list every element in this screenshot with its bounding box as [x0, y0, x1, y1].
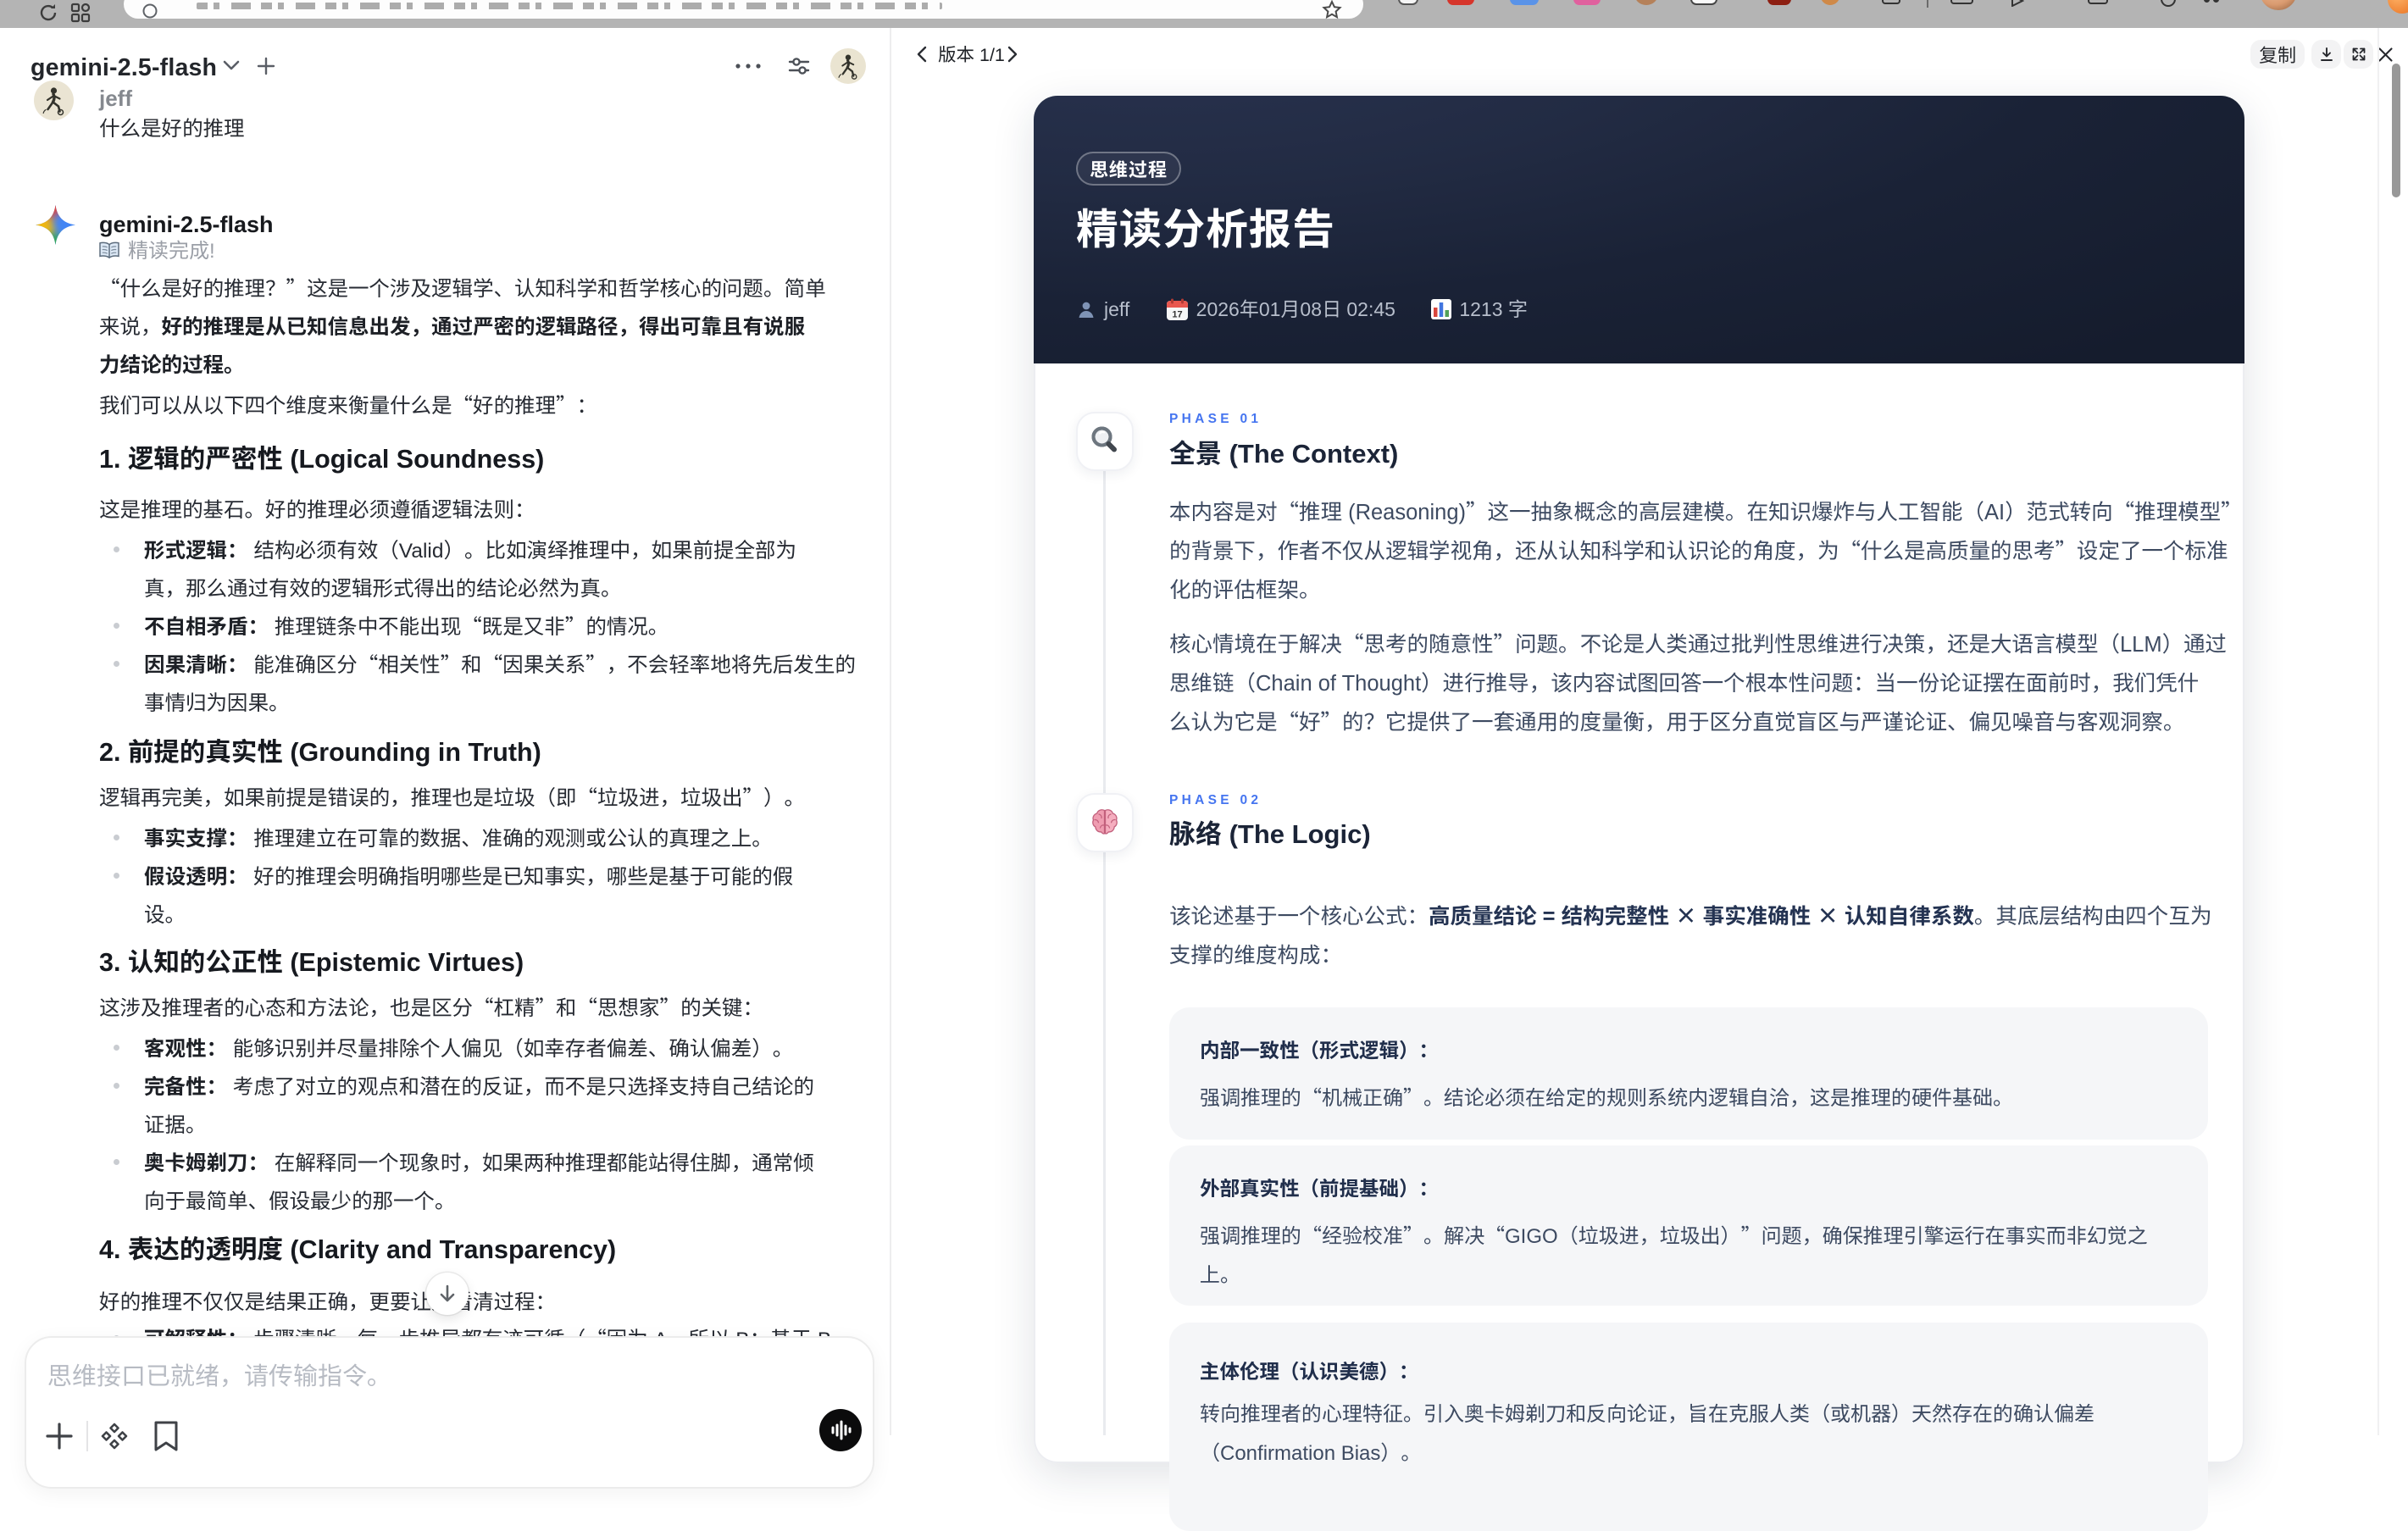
svg-text:17: 17	[1172, 310, 1182, 320]
